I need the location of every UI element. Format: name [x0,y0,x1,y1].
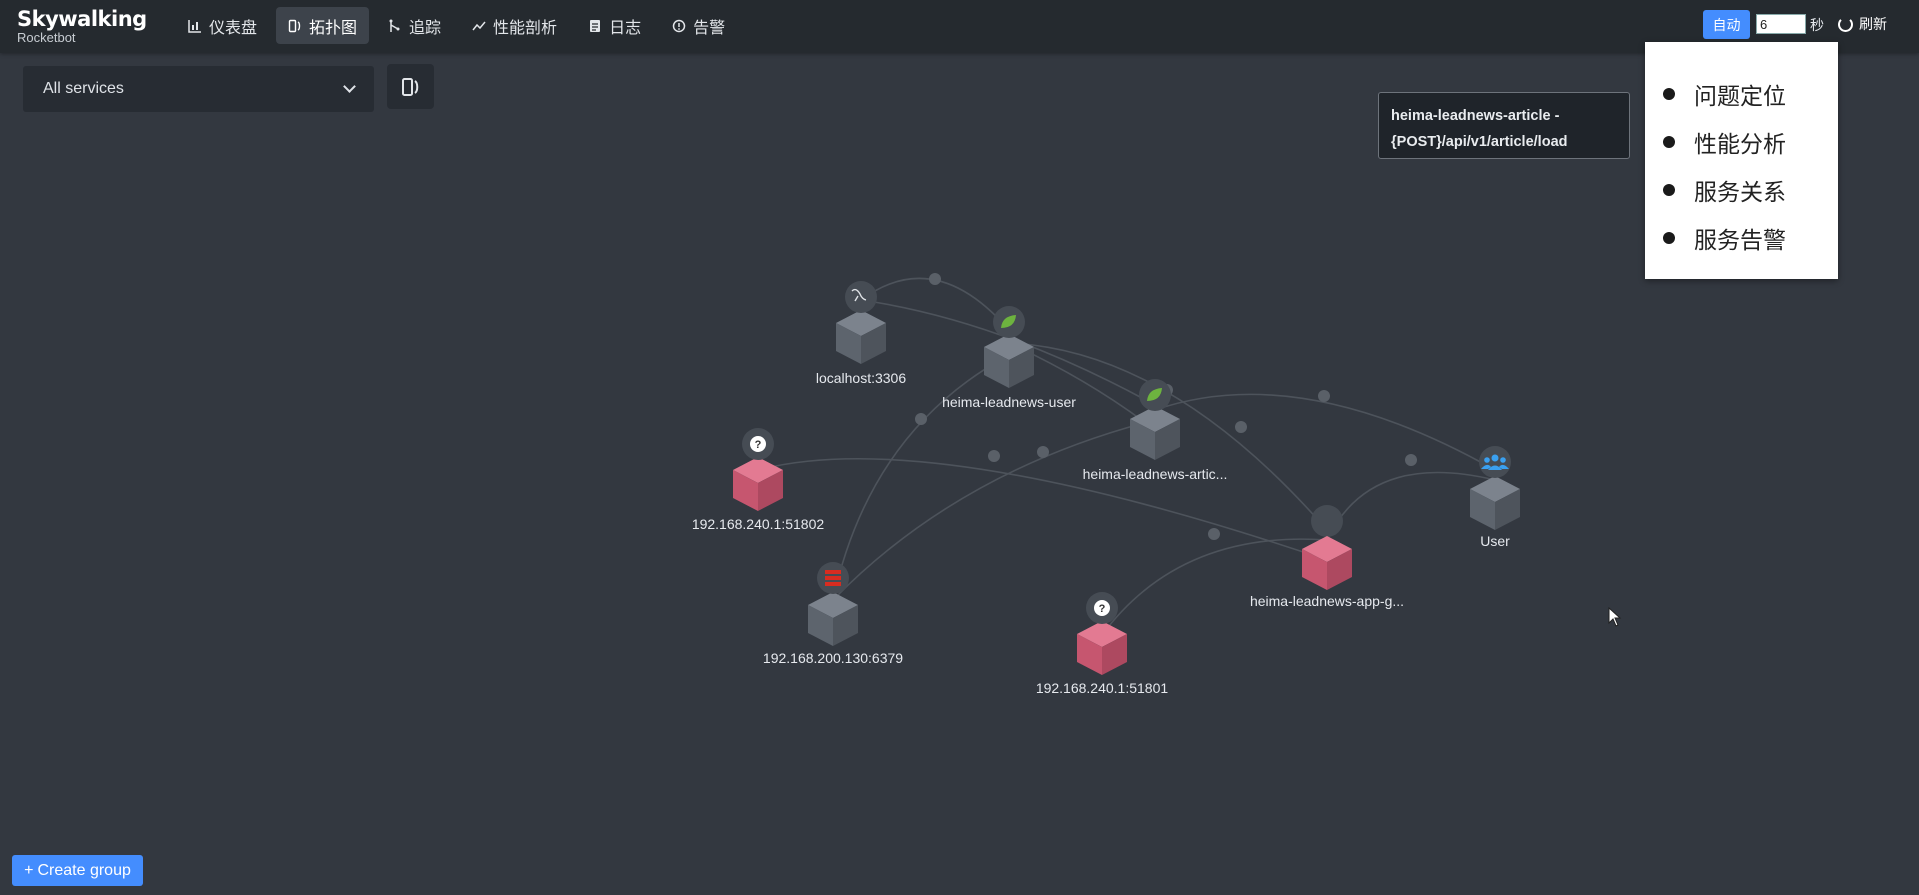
menu-item-label: 性能分析 [1694,132,1786,158]
bullet-icon [1663,184,1675,196]
question-icon: ? [1086,592,1118,624]
create-group-button[interactable]: + Create group [12,855,143,886]
topology-node[interactable]: heima-leadnews-app-g... [1250,505,1404,609]
svg-text:?: ? [1099,603,1106,615]
question-icon: ? [742,428,774,460]
node-context-menu: 问题定位 性能分析 服务关系 服务告警 [1645,42,1838,279]
menu-item-service-relation[interactable]: 服务关系 [1663,166,1838,214]
bullet-icon [1663,88,1675,100]
topology-graph[interactable]: localhost:3306 heima-leadnews-user heima… [0,0,1919,895]
svg-text:?: ? [755,439,762,451]
topology-node[interactable]: ? 192.168.240.1:51801 [1036,592,1169,696]
menu-item-label: 服务告警 [1694,228,1786,254]
redis-icon [817,562,849,594]
menu-item-service-alarm[interactable]: 服务告警 [1663,214,1838,262]
topology-node[interactable]: ? 192.168.240.1:51802 [692,428,825,532]
topology-node[interactable]: User [1470,446,1520,549]
endpoint-tooltip: heima-leadnews-article - {POST}/api/v1/a… [1378,92,1630,159]
mouse-cursor-icon [1608,607,1622,627]
menu-item-locate-issue[interactable]: 问题定位 [1663,70,1838,118]
node-label: localhost:3306 [816,370,907,386]
node-label: 192.168.240.1:51801 [1036,680,1169,696]
bullet-icon [1663,232,1675,244]
menu-item-label: 服务关系 [1694,180,1786,206]
spring-icon [993,306,1025,338]
node-label: 192.168.200.130:6379 [763,650,903,666]
node-label: heima-leadnews-user [942,394,1076,410]
bullet-icon [1663,136,1675,148]
topology-node[interactable]: localhost:3306 [816,281,907,386]
users-icon [1479,446,1511,478]
node-label: heima-leadnews-app-g... [1250,593,1404,609]
mysql-icon [845,281,877,313]
menu-item-label: 问题定位 [1694,84,1786,110]
topology-node[interactable]: 192.168.200.130:6379 [763,562,903,666]
topology-node[interactable]: heima-leadnews-user [942,306,1076,410]
menu-item-performance[interactable]: 性能分析 [1663,118,1838,166]
node-label: heima-leadnews-artic... [1083,466,1228,482]
node-label: User [1480,533,1510,549]
plus-icon: + [24,861,34,879]
create-group-label: Create group [37,861,131,879]
node-label: 192.168.240.1:51802 [692,516,825,532]
node-badge [1311,505,1343,537]
spring-icon [1139,379,1171,411]
